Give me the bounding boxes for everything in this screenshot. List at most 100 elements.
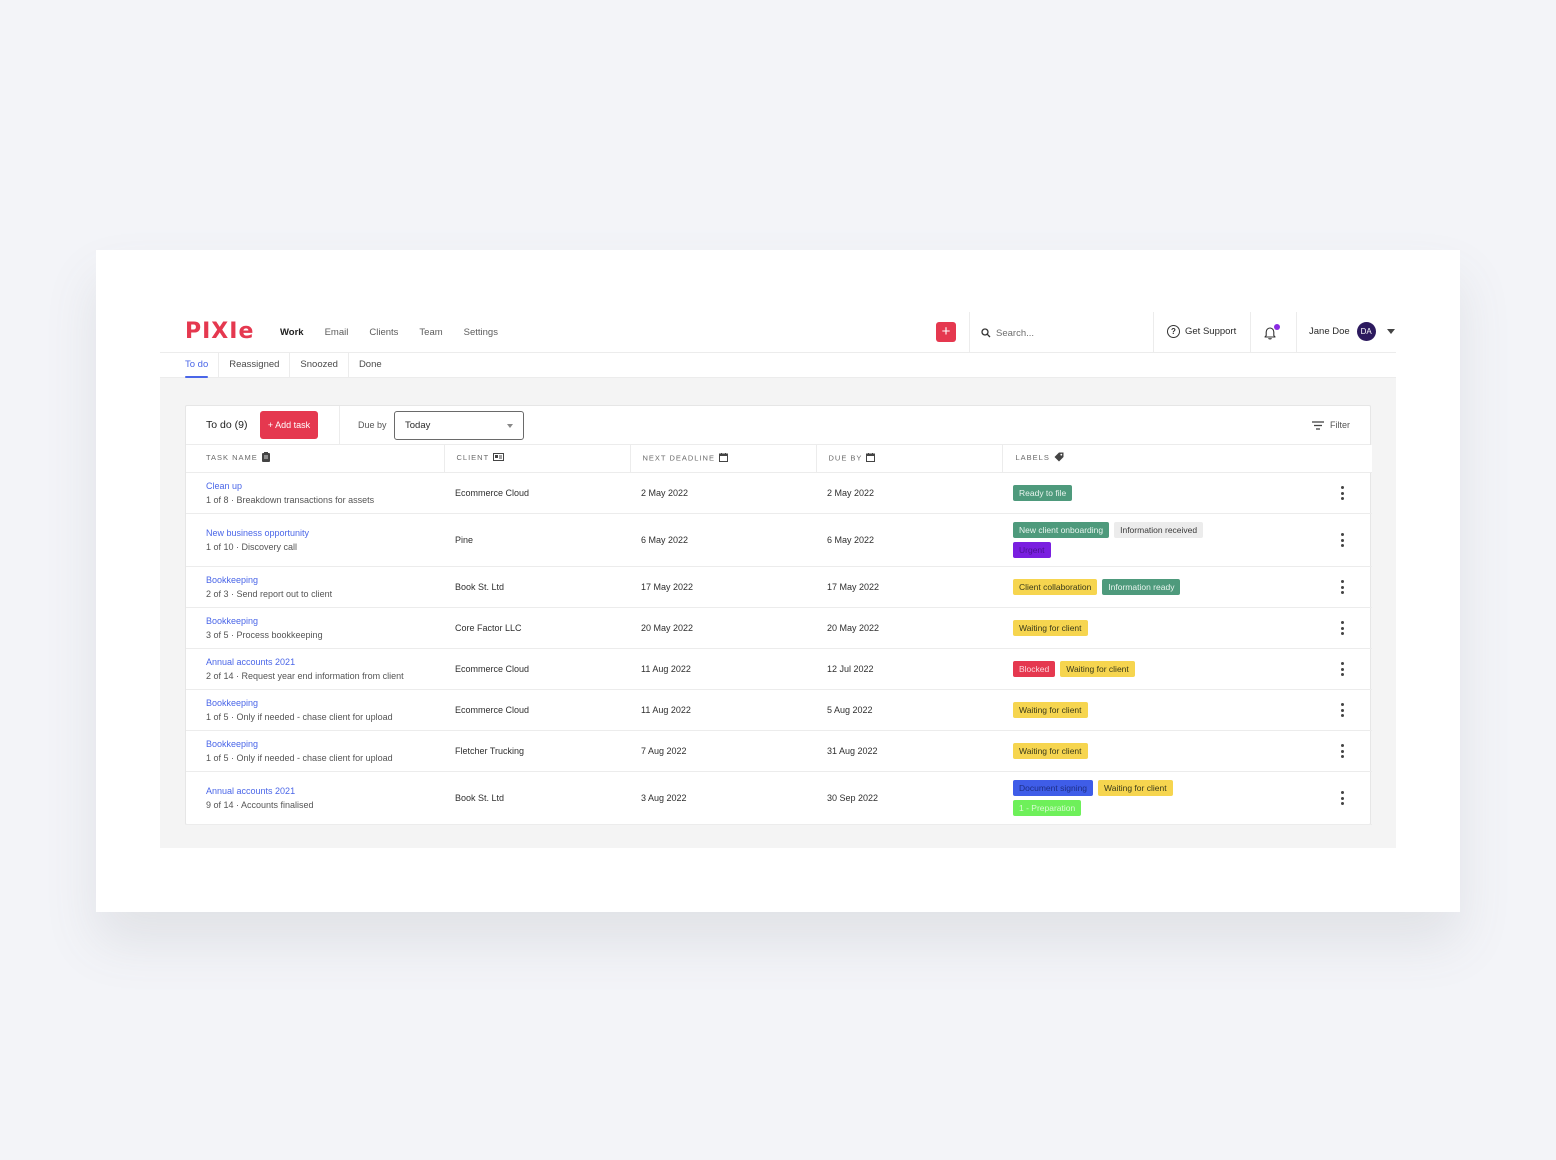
task-name-link[interactable]: New business opportunity xyxy=(206,528,444,538)
label-badge[interactable]: New client onboarding xyxy=(1013,521,1110,538)
notification-badge xyxy=(1274,324,1280,330)
label-badge[interactable]: Waiting for client xyxy=(1013,742,1088,759)
labels-list: Document signing Waiting for client 1 - Pr… xyxy=(1013,778,1213,818)
nav-settings[interactable]: Settings xyxy=(464,327,498,338)
task-name-link[interactable]: Clean up xyxy=(206,481,444,491)
table-row[interactable]: New business opportunity 1 of 10 · Disco… xyxy=(186,513,1373,567)
task-cell: Bookkeeping 1 of 5 · Only if needed - ch… xyxy=(186,689,444,731)
due-by-select[interactable]: Today xyxy=(394,411,524,440)
labels-list: Waiting for client xyxy=(1013,700,1213,720)
due-by-label: Due by xyxy=(358,420,387,430)
label-badge[interactable]: Client collaboration xyxy=(1013,578,1098,595)
table-row[interactable]: Bookkeeping 1 of 5 · Only if needed - ch… xyxy=(186,730,1373,772)
table-row[interactable]: Annual accounts 2021 2 of 14 · Request y… xyxy=(186,648,1373,690)
task-name-link[interactable]: Annual accounts 2021 xyxy=(206,657,444,667)
label-badge[interactable]: 1 - Preparation xyxy=(1013,799,1082,816)
column-task-name[interactable]: TASK NAME xyxy=(186,445,445,473)
divider xyxy=(969,312,970,353)
due-by-cell: 5 Aug 2022 xyxy=(816,689,1002,731)
label-badge[interactable]: Ready to file xyxy=(1013,484,1073,501)
due-by-cell: 2 May 2022 xyxy=(816,472,1002,514)
client-cell: Ecommerce Cloud xyxy=(444,689,630,731)
task-name-link[interactable]: Bookkeeping xyxy=(206,575,444,585)
next-deadline-cell: 11 Aug 2022 xyxy=(630,648,816,690)
row-menu-cell xyxy=(1312,730,1373,772)
column-client[interactable]: CLIENT xyxy=(444,445,631,473)
label-badge[interactable]: Blocked xyxy=(1013,660,1056,677)
task-name-link[interactable]: Bookkeeping xyxy=(206,739,444,749)
task-name-link[interactable]: Bookkeeping xyxy=(206,616,444,626)
more-vertical-icon[interactable] xyxy=(1337,482,1348,504)
chevron-down-icon xyxy=(507,424,513,428)
quick-add-button[interactable]: + xyxy=(936,322,956,342)
nav-clients[interactable]: Clients xyxy=(369,327,398,338)
labels-list: Ready to file xyxy=(1013,483,1213,503)
more-vertical-icon[interactable] xyxy=(1337,617,1348,639)
more-vertical-icon[interactable] xyxy=(1337,699,1348,721)
get-support-label: Get Support xyxy=(1185,326,1237,337)
label-badge[interactable]: Waiting for client xyxy=(1013,701,1088,718)
table-row[interactable]: Bookkeeping 1 of 5 · Only if needed - ch… xyxy=(186,689,1373,731)
content-area: To do (9) + Add task Due by Today Filter xyxy=(160,378,1396,848)
column-next-deadline[interactable]: NEXT DEADLINE xyxy=(630,445,817,473)
next-deadline-cell: 3 Aug 2022 xyxy=(630,771,816,825)
calendar-icon xyxy=(718,452,728,464)
labels-list: Waiting for client xyxy=(1013,618,1213,638)
labels-list: Blocked Waiting for client xyxy=(1013,659,1213,679)
nav-email[interactable]: Email xyxy=(325,327,349,338)
table-row[interactable]: Bookkeeping 3 of 5 · Process bookkeeping… xyxy=(186,607,1373,649)
screenshot-frame: PIXIe Work Email Clients Team Settings +… xyxy=(96,250,1460,912)
add-task-button[interactable]: + Add task xyxy=(260,411,318,439)
more-vertical-icon[interactable] xyxy=(1337,576,1348,598)
labels-cell: Document signing Waiting for client 1 - Pr… xyxy=(1002,771,1312,825)
user-name: Jane Doe xyxy=(1309,326,1350,337)
column-due-by[interactable]: DUE BY xyxy=(816,445,1003,473)
labels-list: Waiting for client xyxy=(1013,741,1213,761)
tab-done[interactable]: Done xyxy=(349,353,392,377)
task-cell: Clean up 1 of 8 · Breakdown transactions… xyxy=(186,472,444,514)
task-name-link[interactable]: Annual accounts 2021 xyxy=(206,786,444,796)
task-step: 2 of 3 · Send report out to client xyxy=(206,588,333,599)
label-badge[interactable]: Document signing xyxy=(1013,779,1094,796)
more-vertical-icon[interactable] xyxy=(1337,787,1348,809)
labels-cell: Waiting for client xyxy=(1002,730,1312,772)
filter-button[interactable]: Filter xyxy=(1312,420,1350,430)
notifications-button[interactable] xyxy=(1262,323,1280,341)
row-menu-cell xyxy=(1312,607,1373,649)
client-cell: Book St. Ltd xyxy=(444,566,630,608)
table-row[interactable]: Annual accounts 2021 9 of 14 · Accounts … xyxy=(186,771,1373,825)
labels-cell: Client collaboration Information ready xyxy=(1002,566,1312,608)
label-badge[interactable]: Waiting for client xyxy=(1060,660,1135,677)
label-badge[interactable]: Information received xyxy=(1114,521,1204,538)
column-labels[interactable]: LABELS xyxy=(1002,445,1373,473)
search-input[interactable] xyxy=(996,327,1146,339)
next-deadline-cell: 6 May 2022 xyxy=(630,513,816,567)
task-cell: Annual accounts 2021 2 of 14 · Request y… xyxy=(186,648,444,690)
more-vertical-icon[interactable] xyxy=(1337,740,1348,762)
due-by-cell: 17 May 2022 xyxy=(816,566,1002,608)
label-badge[interactable]: Information ready xyxy=(1102,578,1181,595)
row-menu-cell xyxy=(1312,566,1373,608)
more-vertical-icon[interactable] xyxy=(1337,658,1348,680)
nav-team[interactable]: Team xyxy=(419,327,442,338)
label-badge[interactable]: Urgent xyxy=(1013,541,1051,558)
pixie-logo[interactable]: PIXIe xyxy=(185,319,254,344)
nav-work[interactable]: Work xyxy=(280,327,304,338)
search-box[interactable] xyxy=(981,325,1146,341)
get-support-button[interactable]: ? Get Support xyxy=(1167,325,1236,338)
calendar-icon xyxy=(866,452,876,464)
table-row[interactable]: Bookkeeping 2 of 3 · Send report out to … xyxy=(186,566,1373,608)
main-nav: Work Email Clients Team Settings xyxy=(280,312,519,353)
labels-list: New client onboarding Information receive… xyxy=(1013,520,1213,560)
tab-reassigned[interactable]: Reassigned xyxy=(219,353,291,377)
label-badge[interactable]: Waiting for client xyxy=(1013,619,1088,636)
task-name-link[interactable]: Bookkeeping xyxy=(206,698,444,708)
next-deadline-cell: 20 May 2022 xyxy=(630,607,816,649)
tab-to-do[interactable]: To do xyxy=(160,353,220,378)
user-menu[interactable]: Jane Doe DA xyxy=(1309,322,1395,341)
table-row[interactable]: Clean up 1 of 8 · Breakdown transactions… xyxy=(186,472,1373,514)
label-badge[interactable]: Waiting for client xyxy=(1098,779,1173,796)
more-vertical-icon[interactable] xyxy=(1337,529,1348,551)
help-icon: ? xyxy=(1167,325,1180,338)
tab-snoozed[interactable]: Snoozed xyxy=(290,353,349,377)
